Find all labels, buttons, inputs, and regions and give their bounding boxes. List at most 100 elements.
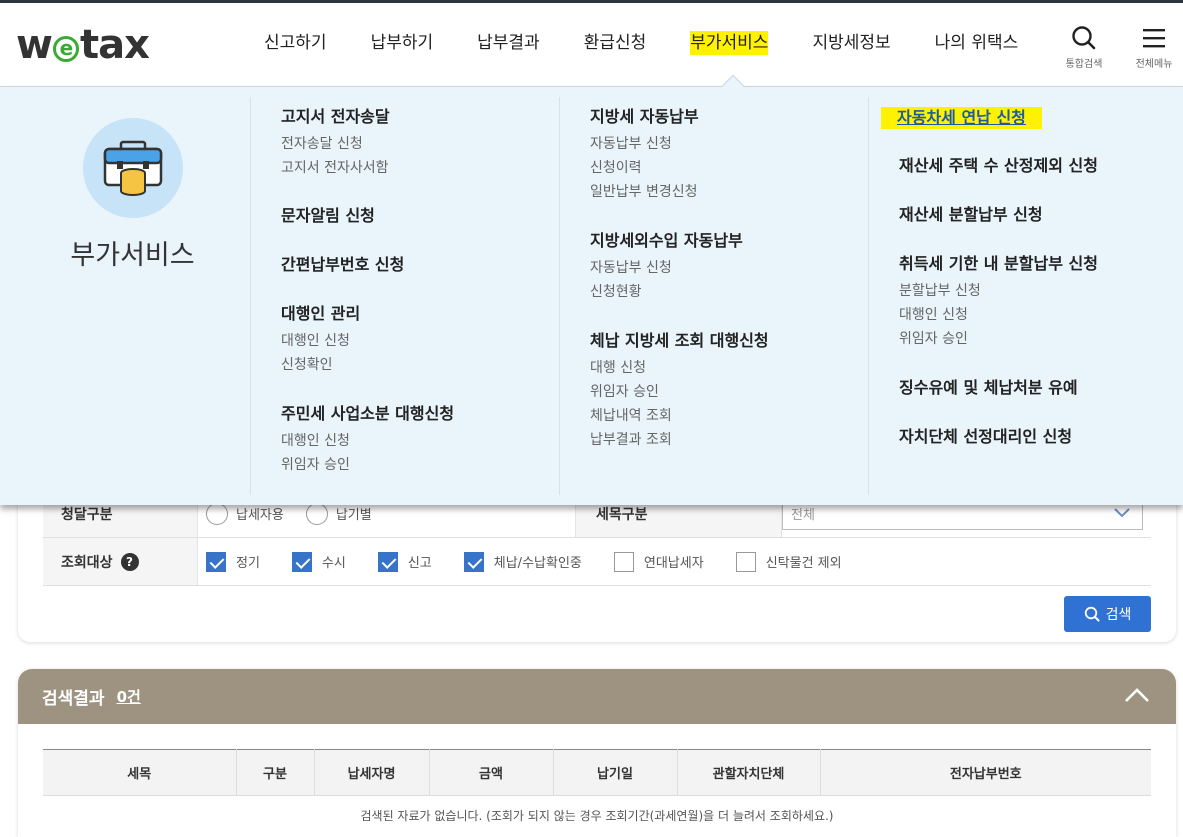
mega-hero: 부가서비스 <box>0 87 250 505</box>
integrated-search-button[interactable]: 통합검색 <box>1054 23 1114 70</box>
menu-item[interactable]: 자동납부 신청 <box>590 256 743 280</box>
all-menu-button[interactable]: 전체메뉴 <box>1124 23 1183 70</box>
nav-refund[interactable]: 환급신청 <box>584 31 647 55</box>
target-label: 조회대상? <box>43 538 198 585</box>
main-nav: 신고하기 납부하기 납부결과 환급신청 부가서비스 지방세정보 나의 위택스 <box>264 31 1018 55</box>
menu-item[interactable]: 전자송달 신청 <box>281 132 390 156</box>
checkbox-checked <box>291 551 312 572</box>
menu-item[interactable]: 대행인 신청 <box>281 329 360 353</box>
mega-col-1: 고지서 전자송달 전자송달 신청 고지서 전자사서함 문자알림 신청 간편납부번… <box>250 97 559 495</box>
logo-w: w <box>16 22 53 68</box>
check-regular[interactable]: 정기 <box>206 551 260 572</box>
radio-taxpayer[interactable]: 납세자용 <box>206 502 284 525</box>
menu-group: 간편납부번호 신청 <box>281 254 404 276</box>
check-label: 신고 <box>407 556 432 571</box>
menu-heading[interactable]: 자치단체 선정대리인 신청 <box>899 426 1072 448</box>
menu-heading[interactable]: 간편납부번호 신청 <box>281 254 404 276</box>
menu-heading[interactable]: 취득세 기한 내 분할납부 신청 <box>899 253 1098 275</box>
menu-heading[interactable]: 징수유예 및 체납처분 유예 <box>899 377 1078 399</box>
check-arrears[interactable]: 체납/수납확인중 <box>463 551 582 572</box>
radio-circle <box>305 502 328 525</box>
search-button[interactable]: 검색 <box>1064 596 1151 632</box>
site-header: w e tax 신고하기 납부하기 납부결과 환급신청 부가서비스 지방세정보 나의… <box>0 3 1183 87</box>
menu-item[interactable]: 위임자 승인 <box>281 453 454 477</box>
menu-group: 재산세 분할납부 신청 <box>899 204 1043 226</box>
menu-group: 주민세 사업소분 대행신청 대행인 신청 위임자 승인 <box>281 403 454 477</box>
menu-heading[interactable]: 주민세 사업소분 대행신청 <box>281 403 454 425</box>
mega-title: 부가서비스 <box>70 240 195 271</box>
menu-item[interactable]: 납부결과 조회 <box>590 428 769 452</box>
results-panel: 검색결과 0건 세목 구분 납세자명 금액 납기일 관할자치단체 전자납부번호 … <box>18 669 1176 837</box>
logo-e-circle: e <box>52 36 79 62</box>
menu-heading[interactable]: 지방세 자동납부 <box>590 106 699 128</box>
col-due-date: 납기일 <box>553 749 678 796</box>
results-header: 검색결과 0건 <box>18 669 1176 724</box>
check-label: 체납/수납확인중 <box>493 556 582 571</box>
radio-due-date[interactable]: 납기별 <box>305 502 372 525</box>
menu-group: 재산세 주택 수 산정제외 신청 <box>899 155 1098 177</box>
chevron-up-icon <box>1125 688 1149 702</box>
check-report[interactable]: 신고 <box>377 551 432 572</box>
menu-item[interactable]: 위임자 승인 <box>899 327 1098 351</box>
search-panel: 청달구분 납세자용 납기별 세목구분 전체 조회대상? 정기 수시 신고 체납/… <box>18 490 1176 642</box>
menu-group: 체납 지방세 조회 대행신청 대행 신청 위임자 승인 체납내역 조회 납부결과… <box>590 330 769 452</box>
check-label: 신탁물건 제외 <box>765 556 842 571</box>
col-jurisdiction: 관할자치단체 <box>677 749 821 796</box>
nav-local-tax-info[interactable]: 지방세정보 <box>812 31 890 55</box>
nav-pay[interactable]: 납부하기 <box>371 31 434 55</box>
menu-item[interactable]: 대행인 신청 <box>899 303 1098 327</box>
checkbox-unchecked <box>613 551 634 572</box>
menu-group: 문자알림 신청 <box>281 205 375 227</box>
menu-group: 대행인 관리 대행인 신청 신청확인 <box>281 303 360 377</box>
check-joint-taxpayer[interactable]: 연대납세자 <box>613 551 704 572</box>
menu-heading[interactable]: 재산세 주택 수 산정제외 신청 <box>899 155 1098 177</box>
menu-item[interactable]: 체납내역 조회 <box>590 404 769 428</box>
menu-group: 자동차세 연납 신청 <box>881 107 1042 129</box>
briefcase-coin-icon <box>83 118 183 218</box>
wetax-logo[interactable]: w e tax <box>16 22 150 68</box>
checkbox-checked <box>377 551 398 572</box>
results-table: 세목 구분 납세자명 금액 납기일 관할자치단체 전자납부번호 <box>43 749 1151 796</box>
menu-group: 지방세외수입 자동납부 자동납부 신청 신청현황 <box>590 230 743 304</box>
menu-heading[interactable]: 문자알림 신청 <box>281 205 375 227</box>
menu-item[interactable]: 분할납부 신청 <box>899 279 1098 303</box>
menu-item[interactable]: 신청현황 <box>590 280 743 304</box>
mega-menu: 부가서비스 고지서 전자송달 전자송달 신청 고지서 전자사서함 문자알림 신청… <box>0 87 1183 505</box>
logo-tax: tax <box>79 22 150 68</box>
col-tax-item: 세목 <box>43 749 237 796</box>
menu-item[interactable]: 대행 신청 <box>590 356 769 380</box>
radio-label: 납기별 <box>335 508 372 523</box>
nav-report[interactable]: 신고하기 <box>264 31 327 55</box>
menu-heading[interactable]: 고지서 전자송달 <box>281 106 390 128</box>
checkbox-checked <box>206 551 226 572</box>
help-icon[interactable]: ? <box>120 552 139 571</box>
search-icon <box>1084 606 1100 622</box>
check-label: 정기 <box>236 556 260 571</box>
checkbox-checked <box>463 551 484 572</box>
target-label-text: 조회대상 <box>61 554 113 571</box>
mega-col-2: 지방세 자동납부 자동납부 신청 신청이력 일반납부 변경신청 지방세외수입 자… <box>559 97 868 495</box>
menu-item[interactable]: 일반납부 변경신청 <box>590 180 699 204</box>
menu-heading[interactable]: 지방세외수입 자동납부 <box>590 230 743 252</box>
menu-group: 취득세 기한 내 분할납부 신청 분할납부 신청 대행인 신청 위임자 승인 <box>899 253 1098 351</box>
menu-item[interactable]: 신청확인 <box>281 353 360 377</box>
menu-item[interactable]: 자동납부 신청 <box>590 132 699 156</box>
nav-my-wetax[interactable]: 나의 위택스 <box>935 31 1019 55</box>
collapse-toggle[interactable] <box>1124 687 1150 707</box>
menu-heading[interactable]: 체납 지방세 조회 대행신청 <box>590 330 769 352</box>
menu-item[interactable]: 대행인 신청 <box>281 429 454 453</box>
menu-label: 전체메뉴 <box>1135 59 1173 70</box>
menu-item[interactable]: 위임자 승인 <box>590 380 769 404</box>
menu-item[interactable]: 신청이력 <box>590 156 699 180</box>
search-label: 통합검색 <box>1065 59 1103 70</box>
nav-additional-services[interactable]: 부가서비스 <box>690 31 769 55</box>
nav-pay-result[interactable]: 납부결과 <box>477 31 540 55</box>
hamburger-icon <box>1124 23 1183 53</box>
menu-item[interactable]: 고지서 전자사서함 <box>281 156 390 180</box>
menu-heading[interactable]: 대행인 관리 <box>281 303 360 325</box>
check-occasional[interactable]: 수시 <box>291 551 346 572</box>
check-exclude-trust[interactable]: 신탁물건 제외 <box>735 551 842 572</box>
menu-heading[interactable]: 재산세 분할납부 신청 <box>899 204 1043 226</box>
menu-heading-highlighted[interactable]: 자동차세 연납 신청 <box>881 107 1042 129</box>
search-button-label: 검색 <box>1105 607 1132 623</box>
